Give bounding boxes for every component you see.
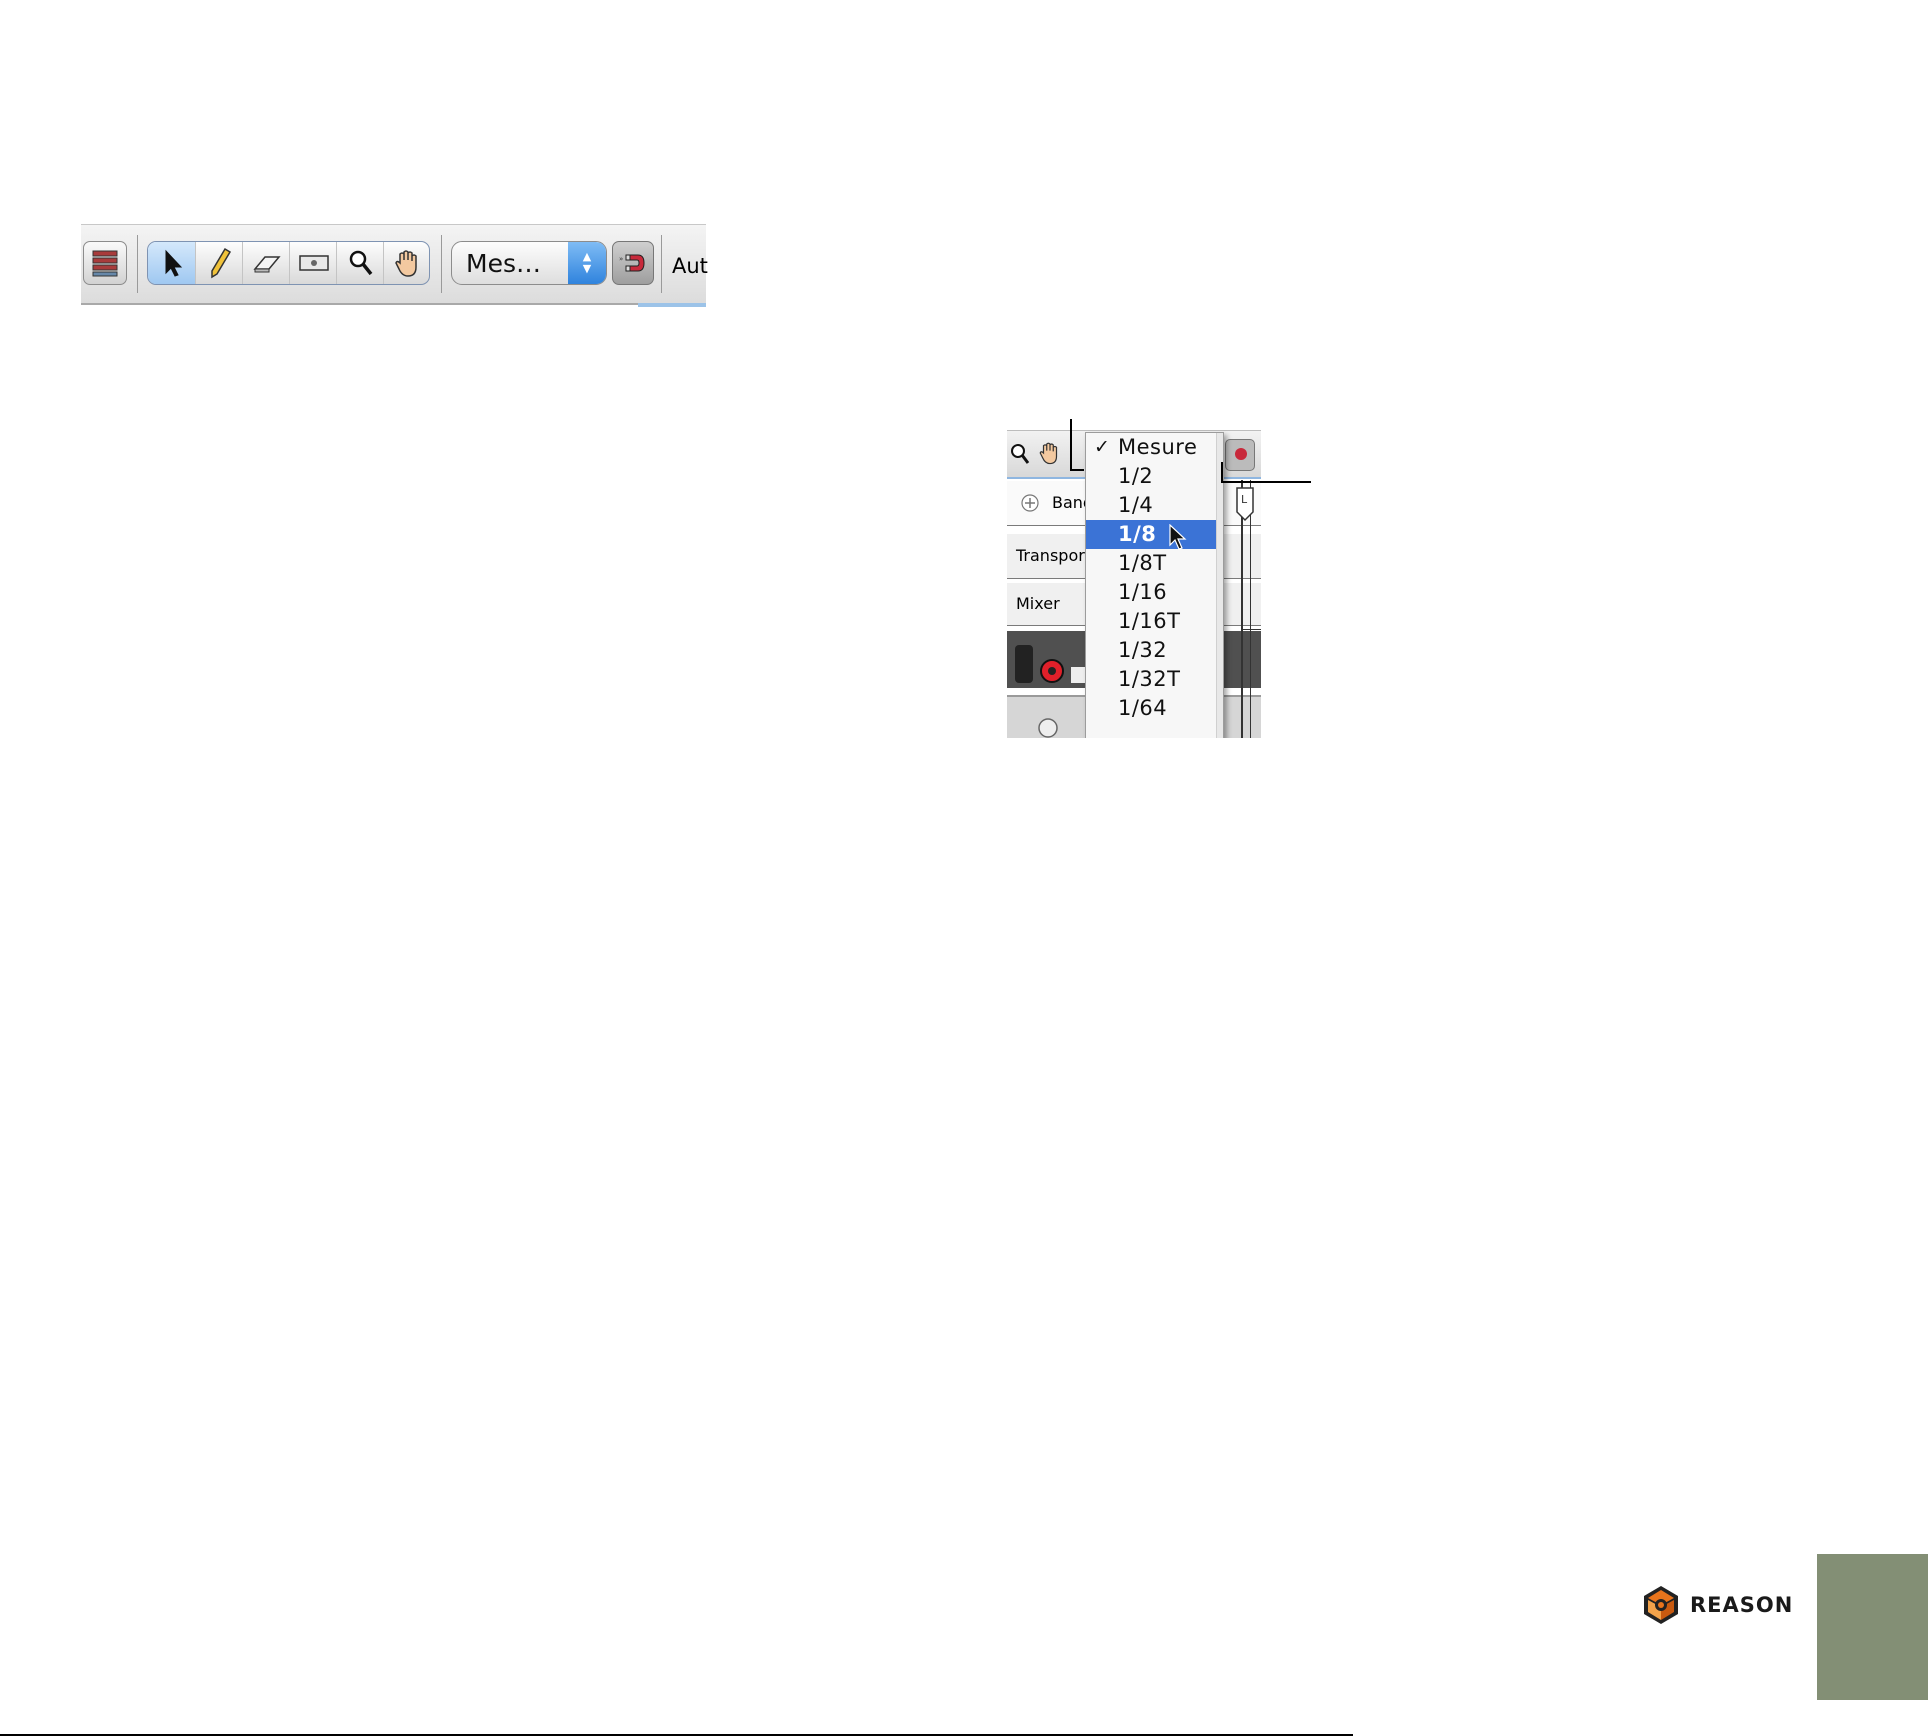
reason-logo-icon	[1644, 1586, 1678, 1624]
razor-tool-button[interactable]	[289, 242, 337, 284]
menu-item-1-2[interactable]: 1/2	[1086, 462, 1221, 491]
snap-value-menu: ✓ Mesure 1/2 1/4 1/8 1/8T 1/16 1/16T 1/3…	[1085, 432, 1224, 738]
magnet-icon: »	[619, 254, 645, 272]
rack-button[interactable]	[1071, 667, 1085, 683]
callout-line	[1221, 462, 1223, 482]
hand-tool-button[interactable]	[383, 242, 429, 284]
menu-item-1-16[interactable]: 1/16	[1086, 578, 1221, 607]
up-down-arrows-icon: ▲ ▼	[568, 242, 606, 284]
eraser-tool-button[interactable]	[242, 242, 290, 284]
rack-handle	[1015, 645, 1033, 683]
checkmark-icon: ✓	[1094, 436, 1111, 458]
tool-group	[147, 241, 430, 285]
automation-label: Aut	[672, 254, 708, 278]
snap-toggle-button[interactable]: »	[612, 241, 654, 285]
svg-text:»: »	[619, 255, 623, 263]
snap-value: Mes…	[466, 249, 541, 278]
callout-line	[1070, 469, 1084, 471]
pencil-tool-button[interactable]	[195, 242, 243, 284]
toolbar-divider	[137, 235, 138, 293]
callout-line	[1070, 419, 1072, 471]
menu-item-1-8[interactable]: 1/8	[1086, 520, 1221, 550]
toolbar-divider	[441, 235, 442, 293]
reason-logo-text: REASON	[1690, 1593, 1794, 1617]
pencil-icon	[210, 247, 231, 279]
mixer-label: Mixer	[1016, 594, 1060, 613]
menu-item-1-16t[interactable]: 1/16T	[1086, 607, 1221, 636]
arrow-icon	[165, 249, 182, 277]
menu-item-mesure[interactable]: ✓ Mesure	[1086, 433, 1221, 462]
timeline-line	[1241, 629, 1261, 630]
callout-line	[1221, 481, 1311, 483]
menu-item-1-64[interactable]: 1/64	[1086, 694, 1221, 723]
record-icon[interactable]	[1039, 658, 1065, 684]
snap-value-select[interactable]: Mes… ▲ ▼	[451, 241, 607, 285]
eraser-icon	[252, 256, 281, 273]
transport-label: Transpor	[1016, 546, 1085, 565]
hand-icon	[394, 250, 417, 277]
add-icon[interactable]	[1020, 493, 1040, 513]
reason-logo: REASON	[1640, 1584, 1793, 1626]
selection-accent	[638, 303, 706, 307]
chapter-tab	[1817, 1554, 1928, 1700]
magnify-icon	[349, 250, 372, 276]
magnet-icon	[1235, 448, 1247, 460]
menu-item-1-8t[interactable]: 1/8T	[1086, 549, 1221, 578]
svg-text:L: L	[1241, 493, 1248, 506]
sequencer-toolbar: Mes… ▲ ▼ » Aut	[81, 224, 708, 307]
menu-item-1-32t[interactable]: 1/32T	[1086, 665, 1221, 694]
lanes-icon	[92, 250, 118, 277]
left-locator-icon[interactable]: L	[1233, 486, 1257, 526]
magnify-tool-button[interactable]	[336, 242, 384, 284]
hand-icon	[1039, 442, 1058, 465]
razor-icon	[298, 255, 329, 271]
snap-toggle-button[interactable]	[1225, 439, 1255, 471]
toolbar-divider	[661, 235, 662, 293]
magnify-icon	[1011, 444, 1030, 464]
arrow-tool-button[interactable]	[148, 242, 196, 284]
menu-item-1-32[interactable]: 1/32	[1086, 636, 1221, 665]
mouse-cursor-icon	[1169, 524, 1187, 550]
lane-view-button[interactable]	[83, 241, 127, 285]
menu-item-1-4[interactable]: 1/4	[1086, 491, 1221, 520]
knob-icon[interactable]	[1037, 717, 1059, 738]
